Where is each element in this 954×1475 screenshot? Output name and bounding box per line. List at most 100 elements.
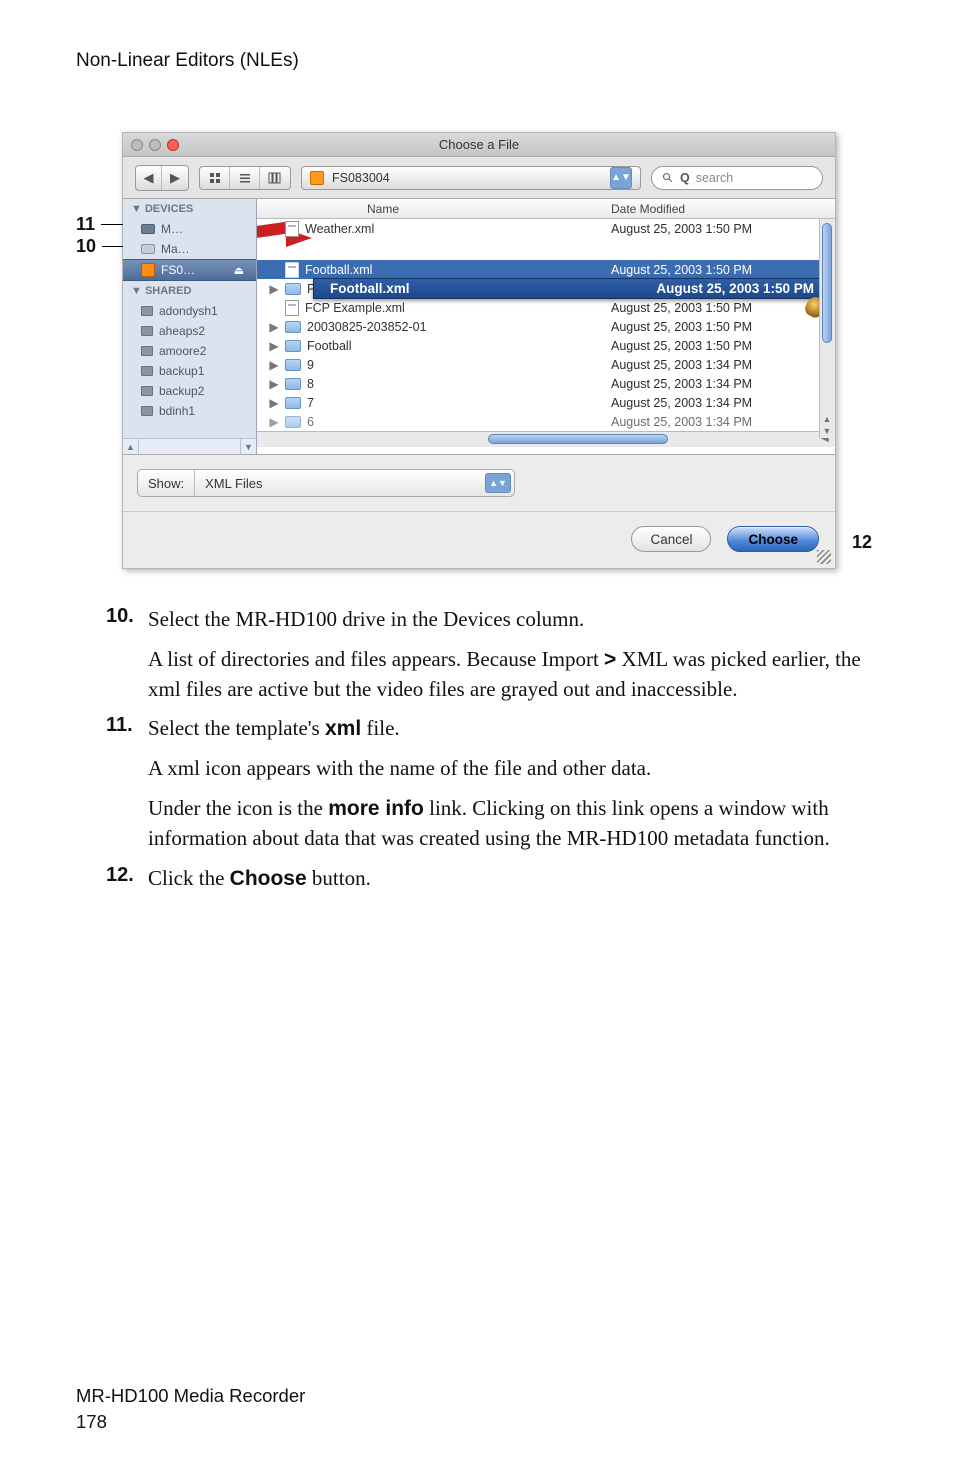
file-list: Name Date Modified Weather.xml August 25… bbox=[257, 199, 835, 454]
sidebar-item-shared[interactable]: bdinh1 bbox=[123, 401, 256, 421]
step-text: A xml icon appears with the name of the … bbox=[148, 754, 878, 784]
folder-icon bbox=[285, 321, 301, 333]
tooltip-bar: Football.xml August 25, 2003 1:50 PM bbox=[313, 278, 823, 299]
cancel-button[interactable]: Cancel bbox=[631, 526, 711, 552]
sidebar-item-shared[interactable]: backup2 bbox=[123, 381, 256, 401]
disclosure-icon[interactable]: ▶ bbox=[269, 339, 279, 353]
step-12: 12. Click the Choose button. bbox=[106, 864, 878, 894]
footer-product: MR-HD100 Media Recorder bbox=[76, 1383, 305, 1409]
search-field[interactable]: Q search bbox=[651, 166, 823, 190]
folder-icon bbox=[285, 378, 301, 390]
step-10: 10. Select the MR-HD100 drive in the Dev… bbox=[106, 605, 878, 704]
view-column-button[interactable] bbox=[260, 167, 290, 189]
vertical-scrollbar[interactable]: ▲▼ bbox=[819, 219, 835, 438]
path-dropdown-icon[interactable]: ▲▼ bbox=[610, 167, 632, 189]
step-number: 10. bbox=[106, 605, 148, 704]
sidebar-item-shared[interactable]: backup1 bbox=[123, 361, 256, 381]
xml-icon bbox=[285, 221, 299, 237]
path-label: FS083004 bbox=[332, 171, 390, 185]
disclosure-icon[interactable]: ▶ bbox=[269, 358, 279, 372]
shared-icon bbox=[141, 386, 153, 396]
browser-pane: ▼ DEVICES M… Ma… FS0… ⏏ ▼ SHARED adondys… bbox=[123, 199, 835, 455]
titlebar: Choose a File bbox=[123, 133, 835, 157]
column-headers[interactable]: Name Date Modified bbox=[257, 199, 835, 219]
shared-icon bbox=[141, 346, 153, 356]
file-row[interactable]: ▶20030825-203852-01 August 25, 2003 1:50… bbox=[257, 317, 835, 336]
dialog-title: Choose a File bbox=[123, 137, 835, 152]
forward-button[interactable]: ▶ bbox=[162, 166, 188, 190]
sidebar-item-network[interactable]: M… bbox=[123, 219, 256, 239]
back-button[interactable]: ◀ bbox=[136, 166, 162, 190]
col-date[interactable]: Date Modified bbox=[607, 199, 835, 218]
sidebar-item-selected-drive[interactable]: FS0… ⏏ bbox=[123, 259, 256, 281]
shared-icon bbox=[141, 326, 153, 336]
file-row[interactable]: ▶7 August 25, 2003 1:34 PM bbox=[257, 393, 835, 412]
page-footer: MR-HD100 Media Recorder 178 bbox=[76, 1383, 305, 1435]
eject-icon[interactable]: ⏏ bbox=[234, 264, 244, 277]
mac-icon bbox=[141, 244, 155, 254]
button-row: Cancel Choose bbox=[123, 512, 835, 568]
dropdown-icon[interactable]: ▲▼ bbox=[485, 473, 511, 493]
disclosure-icon[interactable]: ▶ bbox=[269, 320, 279, 334]
callout-12: 12 bbox=[852, 532, 872, 569]
sidebar-scroll[interactable]: ▲▼ bbox=[123, 438, 256, 454]
step-text: Select the MR-HD100 drive in the Devices… bbox=[148, 605, 878, 635]
show-label: Show: bbox=[138, 470, 195, 496]
devices-header: ▼ DEVICES bbox=[123, 199, 256, 219]
step-text: A list of directories and files appears.… bbox=[148, 645, 878, 705]
file-row[interactable]: FCP Example.xml August 25, 2003 1:50 PM bbox=[257, 298, 835, 317]
sidebar-item-shared[interactable]: amoore2 bbox=[123, 341, 256, 361]
folder-icon bbox=[285, 283, 301, 295]
external-drive-icon bbox=[141, 263, 155, 277]
disclosure-icon[interactable]: ▶ bbox=[269, 282, 279, 296]
file-row[interactable]: ▶9 August 25, 2003 1:34 PM bbox=[257, 355, 835, 374]
network-icon bbox=[141, 224, 155, 234]
view-icon-button[interactable] bbox=[200, 167, 230, 189]
shared-icon bbox=[141, 306, 153, 316]
disclosure-icon[interactable]: ▶ bbox=[269, 415, 279, 429]
step-text: Click the Choose button. bbox=[148, 864, 878, 894]
page-header: Non-Linear Editors (NLEs) bbox=[76, 50, 878, 72]
horizontal-scrollbar[interactable]: ◀ bbox=[257, 431, 835, 447]
file-row[interactable]: ▶6 August 25, 2003 1:34 PM bbox=[257, 412, 835, 431]
file-row[interactable]: Weather.xml August 25, 2003 1:50 PM bbox=[257, 219, 835, 238]
step-number: 11. bbox=[106, 714, 148, 853]
show-popup[interactable]: Show: XML Files ▲▼ bbox=[137, 469, 515, 497]
folder-icon bbox=[285, 416, 301, 428]
callout-10-label: 10 bbox=[76, 236, 96, 257]
xml-icon bbox=[285, 300, 299, 316]
view-mode-segment bbox=[199, 166, 291, 190]
step-11: 11. Select the template's xml file. A xm… bbox=[106, 714, 878, 853]
choose-button[interactable]: Choose bbox=[727, 526, 819, 552]
file-row[interactable]: ▶8 August 25, 2003 1:34 PM bbox=[257, 374, 835, 393]
callout-11-label: 11 bbox=[76, 214, 95, 235]
step-text: Select the template's xml file. bbox=[148, 714, 878, 744]
file-row[interactable]: ▶Football August 25, 2003 1:50 PM bbox=[257, 336, 835, 355]
disclosure-icon[interactable]: ▶ bbox=[269, 396, 279, 410]
folder-icon bbox=[285, 359, 301, 371]
step-text: Under the icon is the more info link. Cl… bbox=[148, 794, 878, 854]
toolbar: ◀ ▶ FS083004 ▲▼ bbox=[123, 157, 835, 199]
file-row-selected[interactable]: Football.xml August 25, 2003 1:50 PM bbox=[257, 260, 835, 279]
shared-icon bbox=[141, 366, 153, 376]
shared-header: ▼ SHARED bbox=[123, 281, 256, 301]
sidebar-item-mac[interactable]: Ma… bbox=[123, 239, 256, 259]
sidebar-item-shared[interactable]: aheaps2 bbox=[123, 321, 256, 341]
resize-grip-icon[interactable] bbox=[817, 550, 831, 564]
view-list-button[interactable] bbox=[230, 167, 260, 189]
xml-icon bbox=[285, 262, 299, 278]
col-name[interactable]: Name bbox=[257, 199, 607, 218]
search-icon bbox=[662, 172, 674, 184]
file-chooser-dialog: Choose a File ◀ ▶ FS083004 bbox=[122, 132, 836, 569]
sidebar-item-shared[interactable]: adondysh1 bbox=[123, 301, 256, 321]
nav-buttons: ◀ ▶ bbox=[135, 165, 189, 191]
callout-column: 11 10 bbox=[76, 132, 112, 472]
folder-icon bbox=[285, 397, 301, 409]
search-placeholder: search bbox=[696, 171, 734, 185]
show-value: XML Files bbox=[195, 476, 485, 491]
footer-page-number: 178 bbox=[76, 1409, 305, 1435]
folder-icon bbox=[285, 340, 301, 352]
sidebar: ▼ DEVICES M… Ma… FS0… ⏏ ▼ SHARED adondys… bbox=[123, 199, 257, 454]
path-popup[interactable]: FS083004 ▲▼ bbox=[301, 166, 641, 190]
disclosure-icon[interactable]: ▶ bbox=[269, 377, 279, 391]
